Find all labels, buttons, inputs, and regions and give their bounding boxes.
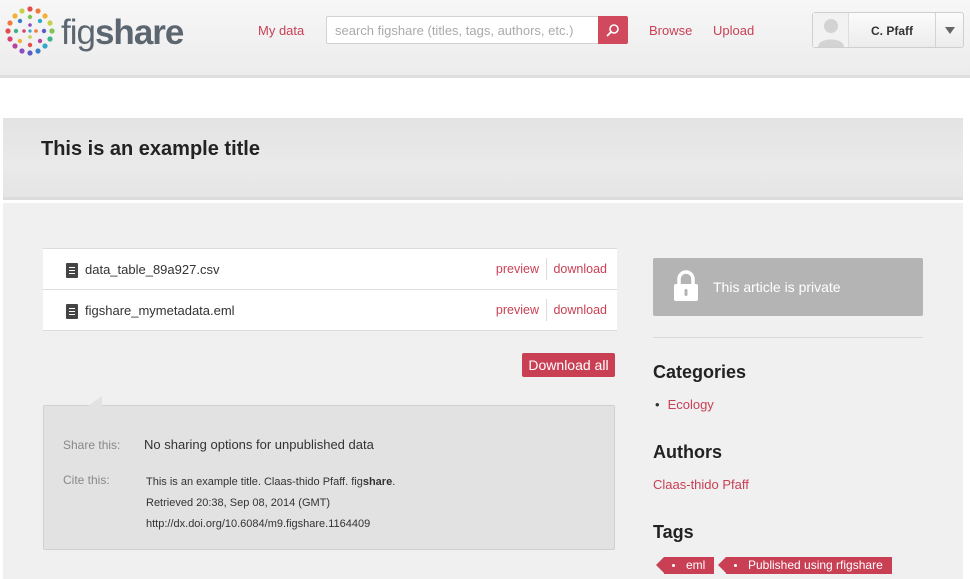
file-download-link[interactable]: download xyxy=(553,303,607,317)
search-input[interactable] xyxy=(326,16,599,44)
file-download-link[interactable]: download xyxy=(553,262,607,276)
share-value: No sharing options for unpublished data xyxy=(144,437,374,452)
citation-line-1[interactable]: This is an example title. Claas-thido Pf… xyxy=(146,476,395,488)
top-header: figshare My data Browse Upload C. Pfaff xyxy=(0,0,970,78)
file-preview-link[interactable]: preview xyxy=(496,262,539,276)
file-row: data_table_89a927.csv preview download xyxy=(43,249,617,290)
cite-label: Cite this: xyxy=(63,473,110,487)
divider xyxy=(546,258,547,280)
search-icon xyxy=(606,24,619,37)
figshare-logo[interactable]: figshare xyxy=(4,5,184,57)
citation-suffix: . xyxy=(392,476,396,488)
main-content: data_table_89a927.csv preview download f… xyxy=(3,203,963,579)
share-label: Share this: xyxy=(63,438,121,452)
citation-bold: share xyxy=(362,476,393,488)
tags-heading: Tags xyxy=(653,522,694,542)
user-name: C. Pfaff xyxy=(871,24,913,38)
author-link[interactable]: Claas-thido Pfaff xyxy=(653,477,749,492)
figshare-logo-icon xyxy=(5,6,55,56)
private-status-text: This article is private xyxy=(713,279,841,295)
citation-line-2[interactable]: Retrieved 20:38, Sep 08, 2014 (GMT) xyxy=(146,497,330,509)
caret-down-icon[interactable] xyxy=(935,13,963,47)
category-item[interactable]: • Ecology xyxy=(655,397,714,412)
categories-heading: Categories xyxy=(653,362,747,382)
tag-item[interactable]: Published using rfigshare xyxy=(718,557,892,574)
user-avatar-icon xyxy=(813,13,849,47)
file-icon xyxy=(66,263,78,278)
authors-heading: Authors xyxy=(653,442,722,462)
category-link[interactable]: Ecology xyxy=(668,397,714,412)
file-icon xyxy=(66,304,78,319)
tag-item[interactable]: eml xyxy=(655,557,715,574)
logo-wordmark: figshare xyxy=(61,13,184,52)
file-name: data_table_89a927.csv xyxy=(85,262,220,277)
citation-text: This is an example title. Claas-thido Pf… xyxy=(146,476,363,488)
panel-pointer xyxy=(88,396,102,406)
share-cite-panel: Share this: No sharing options for unpub… xyxy=(43,396,615,550)
nav-browse[interactable]: Browse xyxy=(649,23,692,38)
citation-doi[interactable]: http://dx.doi.org/10.6084/m9.figshare.11… xyxy=(146,518,370,530)
search-button[interactable] xyxy=(598,16,628,44)
logo-text-bold: share xyxy=(94,13,184,52)
download-all-button[interactable]: Download all xyxy=(522,353,615,377)
nav-upload[interactable]: Upload xyxy=(713,23,754,38)
file-row: figshare_mymetadata.eml preview download xyxy=(43,290,617,331)
logo-text-light: fig xyxy=(61,13,96,52)
file-name: figshare_mymetadata.eml xyxy=(85,303,235,318)
private-status-box: This article is private xyxy=(653,258,923,316)
page-title: This is an example title xyxy=(41,138,260,160)
title-band: This is an example title xyxy=(3,118,963,200)
sidebar-divider xyxy=(653,337,923,338)
divider xyxy=(546,299,547,321)
file-list: data_table_89a927.csv preview download f… xyxy=(43,248,617,331)
bullet: • xyxy=(655,397,660,412)
user-menu[interactable]: C. Pfaff xyxy=(812,12,964,48)
file-preview-link[interactable]: preview xyxy=(496,303,539,317)
lock-icon xyxy=(674,270,698,301)
nav-my-data[interactable]: My data xyxy=(258,23,304,38)
